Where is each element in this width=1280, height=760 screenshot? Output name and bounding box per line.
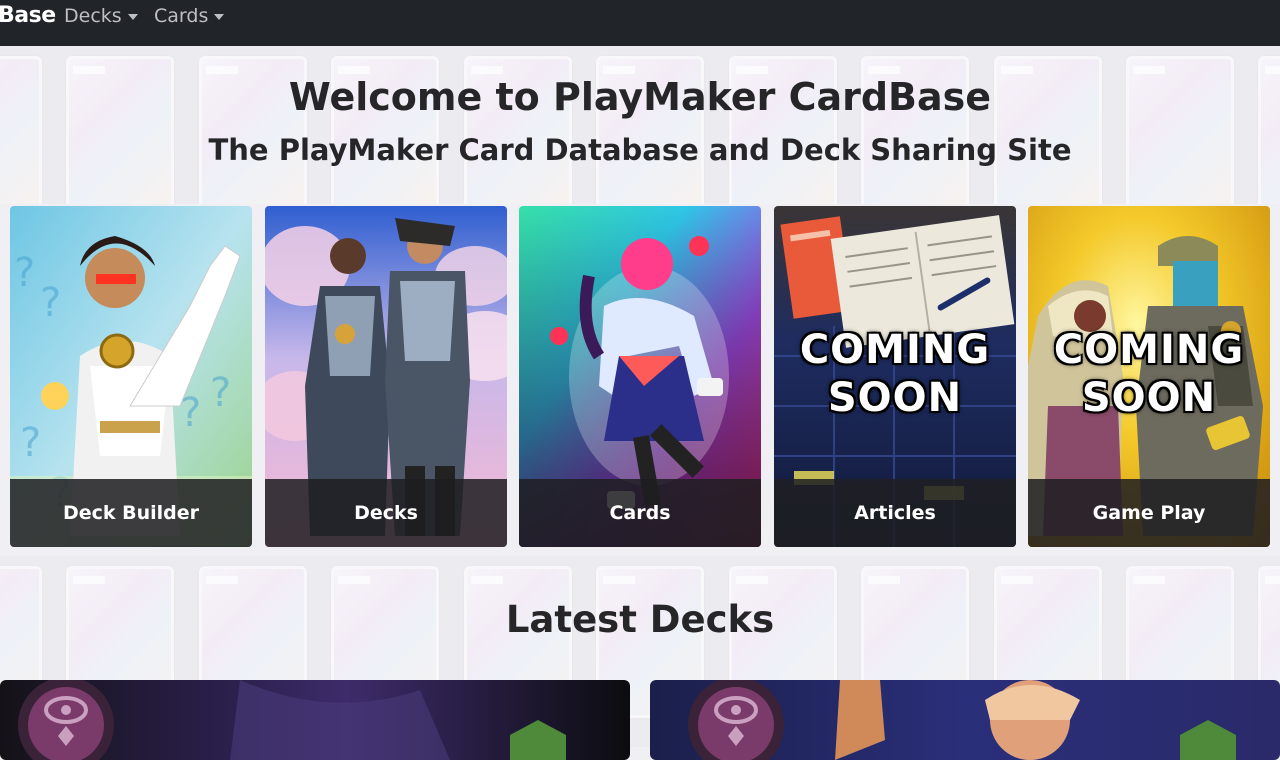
- tile-game-play[interactable]: COMING SOON Game Play: [1028, 206, 1270, 547]
- coming-soon-overlay: COMING SOON: [774, 326, 1016, 422]
- deck-card[interactable]: [0, 680, 630, 760]
- svg-text:?: ?: [20, 420, 41, 466]
- tile-articles[interactable]: COMING SOON Articles: [774, 206, 1016, 547]
- deck-card-art: [650, 680, 1280, 760]
- brand-logo-link[interactable]: Base: [0, 3, 56, 28]
- deck-card[interactable]: [650, 680, 1280, 760]
- overlay-line: COMING: [799, 327, 991, 373]
- nav-decks-label: Decks: [64, 5, 122, 27]
- latest-decks-heading: Latest Decks: [505, 598, 775, 641]
- tile-caption: Decks: [265, 479, 507, 547]
- tile-cards[interactable]: Cards: [519, 206, 761, 547]
- tile-decks[interactable]: Decks: [265, 206, 507, 547]
- nav-cards-label: Cards: [154, 5, 209, 27]
- nav-cards-dropdown[interactable]: Cards: [154, 5, 225, 27]
- tile-caption: Cards: [519, 479, 761, 547]
- svg-text:?: ?: [14, 250, 35, 296]
- tile-caption: Game Play: [1028, 479, 1270, 547]
- overlay-line: SOON: [1081, 375, 1217, 421]
- page-title: Welcome to PlayMaker CardBase: [288, 75, 992, 119]
- tile-caption: Deck Builder: [10, 479, 252, 547]
- tile-caption: Articles: [774, 479, 1016, 547]
- svg-text:?: ?: [210, 370, 231, 416]
- top-navbar: Base Decks Cards: [0, 0, 1280, 46]
- tile-deck-builder[interactable]: ?? ?? ?? Deck Builder: [10, 206, 252, 547]
- hero-card-backdrop: [0, 46, 1280, 204]
- overlay-line: SOON: [827, 375, 963, 421]
- overlay-line: COMING: [1053, 327, 1245, 373]
- deck-card-art: [0, 680, 630, 760]
- coming-soon-overlay: COMING SOON: [1028, 326, 1270, 422]
- page-subtitle: The PlayMaker Card Database and Deck Sha…: [208, 133, 1072, 167]
- svg-text:?: ?: [40, 280, 61, 326]
- nav-decks-dropdown[interactable]: Decks: [64, 5, 138, 27]
- chevron-down-icon: [214, 14, 225, 20]
- chevron-down-icon: [127, 14, 138, 20]
